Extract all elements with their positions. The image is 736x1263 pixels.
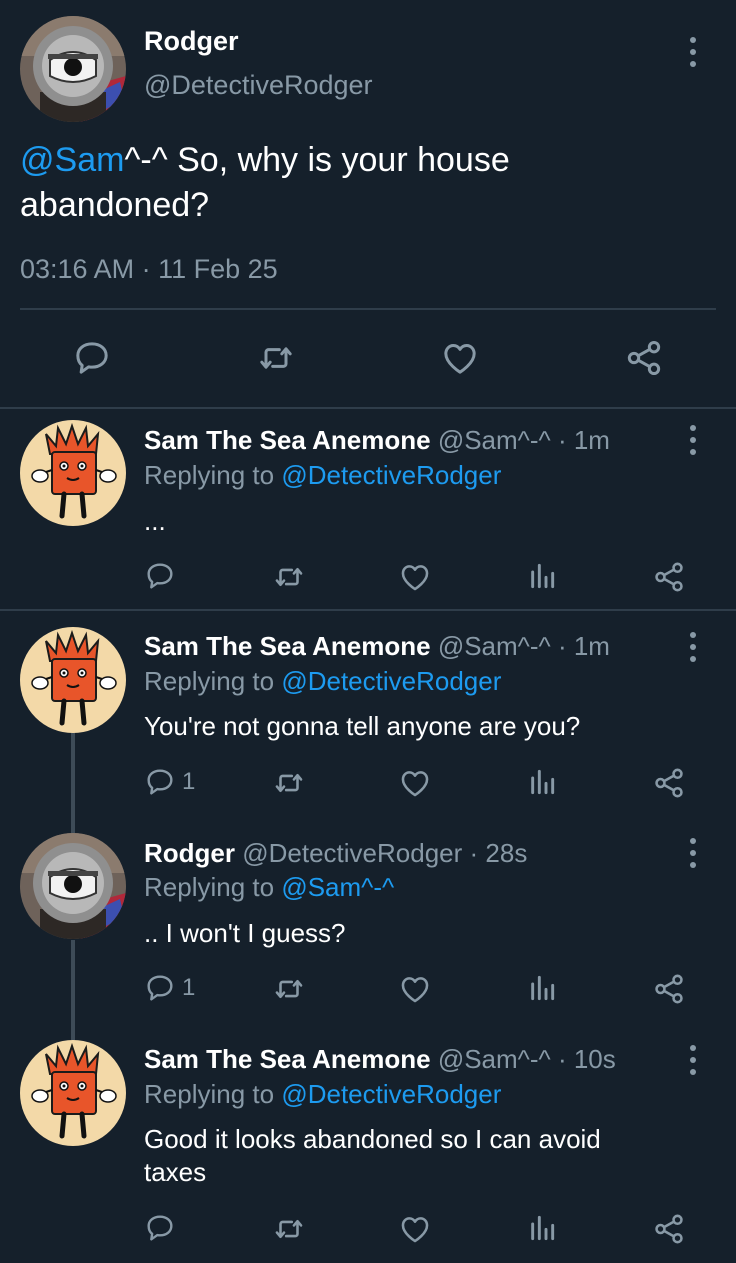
tweet-time: · 28s: [469, 838, 528, 868]
replying-to-link[interactable]: @DetectiveRodger: [281, 460, 501, 490]
views-icon[interactable]: [526, 766, 558, 798]
replying-to: Replying to @Sam^-^: [144, 872, 394, 903]
timestamp: 03:16 AM · 11 Feb 25: [20, 254, 278, 284]
views-icon[interactable]: [526, 560, 558, 592]
tweet-text-line1: Good it looks abandoned so I can avoid: [144, 1124, 601, 1154]
tweet-time: · 1m: [557, 631, 610, 661]
author-handle[interactable]: @Sam^-^: [438, 1044, 551, 1074]
divider: [0, 609, 736, 611]
tweet-text: .. I won't I guess?: [144, 918, 346, 948]
author-handle[interactable]: @Sam^-^: [438, 425, 551, 455]
mention-link[interactable]: @Sam: [20, 141, 124, 179]
reply-icon[interactable]: [144, 560, 176, 592]
tweet-time: · 1m: [557, 425, 610, 455]
reply-icon[interactable]: [144, 972, 176, 1004]
retweet-icon[interactable]: [256, 338, 296, 378]
author-handle[interactable]: @Sam^-^: [438, 631, 551, 661]
share-icon[interactable]: [652, 1212, 686, 1246]
author-name[interactable]: Sam The Sea Anemone: [144, 1044, 431, 1074]
replying-to: Replying to @DetectiveRodger: [144, 460, 501, 491]
replying-to-link[interactable]: @Sam^-^: [281, 872, 394, 902]
more-options-icon[interactable]: [683, 1045, 703, 1075]
replying-to-link[interactable]: @DetectiveRodger: [281, 666, 501, 696]
tweet-text-line2: abandoned?: [20, 186, 210, 224]
like-icon[interactable]: [398, 560, 432, 594]
replying-to-label: Replying to: [144, 1079, 282, 1109]
like-icon[interactable]: [398, 972, 432, 1006]
author-name[interactable]: Sam The Sea Anemone: [144, 631, 431, 661]
avatar[interactable]: [20, 833, 126, 939]
reply-icon[interactable]: [144, 1212, 176, 1244]
tweet-header: Rodger @DetectiveRodger · 28s: [144, 838, 527, 869]
share-icon[interactable]: [624, 338, 664, 378]
thread-line: [71, 730, 75, 840]
divider: [0, 407, 736, 409]
tweet-header: Sam The Sea Anemone @Sam^-^ · 1m: [144, 631, 610, 662]
author-name[interactable]: Sam The Sea Anemone: [144, 425, 431, 455]
author-handle[interactable]: @DetectiveRodger: [242, 838, 462, 868]
like-icon[interactable]: [398, 1212, 432, 1246]
replying-to-link[interactable]: @DetectiveRodger: [281, 1079, 501, 1109]
avatar[interactable]: [20, 16, 126, 122]
share-icon[interactable]: [652, 766, 686, 800]
more-options-icon[interactable]: [683, 632, 703, 662]
views-icon[interactable]: [526, 972, 558, 1004]
replying-to-label: Replying to: [144, 872, 282, 902]
reply-count: 1: [182, 768, 196, 795]
tweet-header: Sam The Sea Anemone @Sam^-^ · 1m: [144, 425, 610, 456]
tweet-text: @Sam^-^ So, why is your house: [20, 141, 510, 180]
reply-count: 1: [182, 974, 196, 1001]
retweet-icon[interactable]: [272, 1212, 306, 1246]
more-options-icon[interactable]: [683, 838, 703, 868]
replying-to-label: Replying to: [144, 460, 282, 490]
views-icon[interactable]: [526, 1212, 558, 1244]
like-icon[interactable]: [440, 338, 480, 378]
reply-icon[interactable]: [144, 766, 176, 798]
tweet-text: You're not gonna tell anyone are you?: [144, 711, 581, 741]
tweet-header: Sam The Sea Anemone @Sam^-^ · 10s: [144, 1044, 616, 1075]
retweet-icon[interactable]: [272, 560, 306, 594]
replying-to: Replying to @DetectiveRodger: [144, 1079, 501, 1110]
author-handle[interactable]: @DetectiveRodger: [144, 70, 373, 101]
retweet-icon[interactable]: [272, 972, 306, 1006]
tweet-text-line1: ^-^ So, why is your house: [124, 141, 510, 179]
like-icon[interactable]: [398, 766, 432, 800]
avatar[interactable]: [20, 1040, 126, 1146]
tweet-text: ...: [144, 506, 166, 536]
more-options-icon[interactable]: [683, 37, 703, 67]
share-icon[interactable]: [652, 560, 686, 594]
replying-to: Replying to @DetectiveRodger: [144, 666, 501, 697]
retweet-icon[interactable]: [272, 766, 306, 800]
replying-to-label: Replying to: [144, 666, 282, 696]
tweet-text-line2: taxes: [144, 1157, 207, 1187]
author-name[interactable]: Rodger: [144, 838, 235, 868]
thread-line: [71, 940, 75, 1040]
more-options-icon[interactable]: [683, 425, 703, 455]
avatar[interactable]: [20, 627, 126, 733]
tweet-time: · 10s: [557, 1044, 616, 1074]
author-name[interactable]: Rodger: [144, 26, 239, 57]
reply-icon[interactable]: [72, 338, 112, 378]
divider: [20, 308, 716, 310]
avatar[interactable]: [20, 420, 126, 526]
share-icon[interactable]: [652, 972, 686, 1006]
